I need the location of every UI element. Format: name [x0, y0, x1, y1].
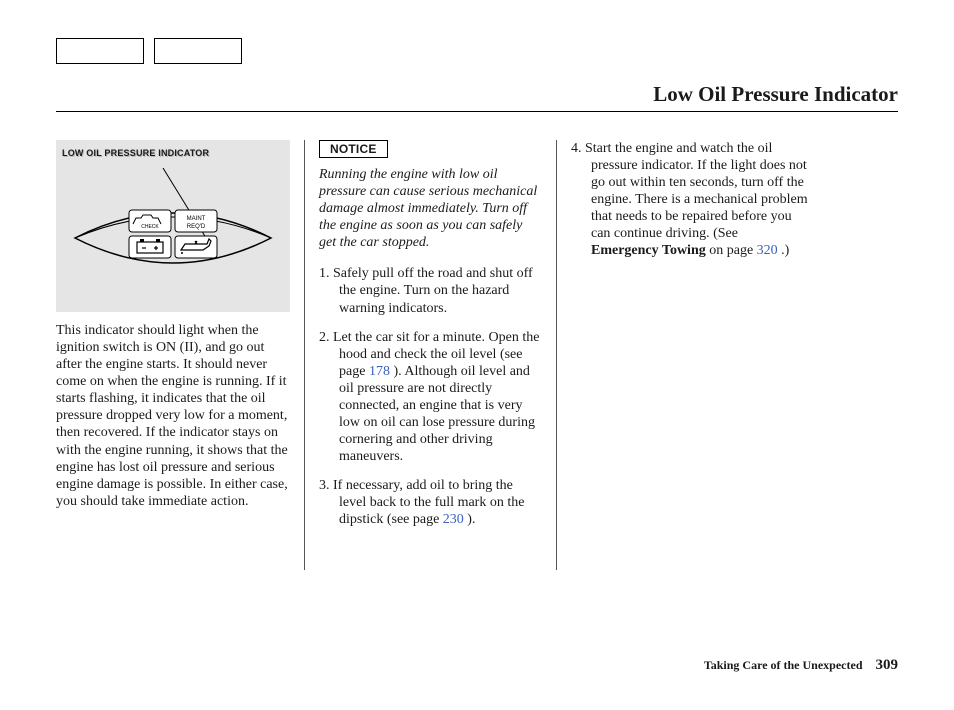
svg-text:MAINT: MAINT [187, 216, 206, 222]
figure-caption: LOW OIL PRESSURE INDICATOR [62, 148, 284, 158]
indicator-description: This indicator should light when the ign… [56, 322, 290, 510]
step-4-text-a: 4. Start the engine and watch the oil pr… [571, 141, 808, 241]
step-3-text-a: 3. If necessary, add oil to bring the le… [319, 478, 524, 527]
dashboard-cluster-illustration: CHECK MAINT REQ'D [63, 168, 283, 298]
page-number: 309 [876, 657, 899, 673]
page-title: Low Oil Pressure Indicator [653, 82, 898, 107]
header-nav-boxes [56, 38, 898, 64]
emergency-towing-ref: Emergency Towing [591, 243, 706, 258]
svg-text:CHECK: CHECK [141, 224, 159, 230]
svg-text:REQ'D: REQ'D [187, 224, 206, 230]
indicator-figure: LOW OIL PRESSURE INDICATOR CHECK MAINT R… [56, 140, 290, 312]
notice-label: NOTICE [319, 140, 388, 158]
page-ref-320[interactable]: 320 [757, 243, 778, 258]
step-4: 4. Start the engine and watch the oil pr… [571, 140, 808, 260]
page-ref-178[interactable]: 178 [369, 364, 390, 379]
step-2: 2. Let the car sit for a minute. Open th… [319, 329, 542, 466]
step-3-text-b: ). [464, 512, 476, 527]
step-4-text-c: .) [778, 243, 790, 258]
manual-page: Low Oil Pressure Indicator LOW OIL PRESS… [0, 0, 954, 710]
page-ref-230[interactable]: 230 [443, 512, 464, 527]
title-rule [56, 111, 898, 112]
nav-box-1 [56, 38, 144, 64]
page-footer: Taking Care of the Unexpected 309 [704, 657, 898, 674]
step-1: 1. Safely pull off the road and shut off… [319, 265, 542, 316]
step-3: 3. If necessary, add oil to bring the le… [319, 477, 542, 528]
step-4-text-b: on page [706, 243, 757, 258]
section-name: Taking Care of the Unexpected [704, 658, 863, 672]
nav-box-2 [154, 38, 242, 64]
notice-text: Running the engine with low oil pressure… [319, 166, 542, 251]
